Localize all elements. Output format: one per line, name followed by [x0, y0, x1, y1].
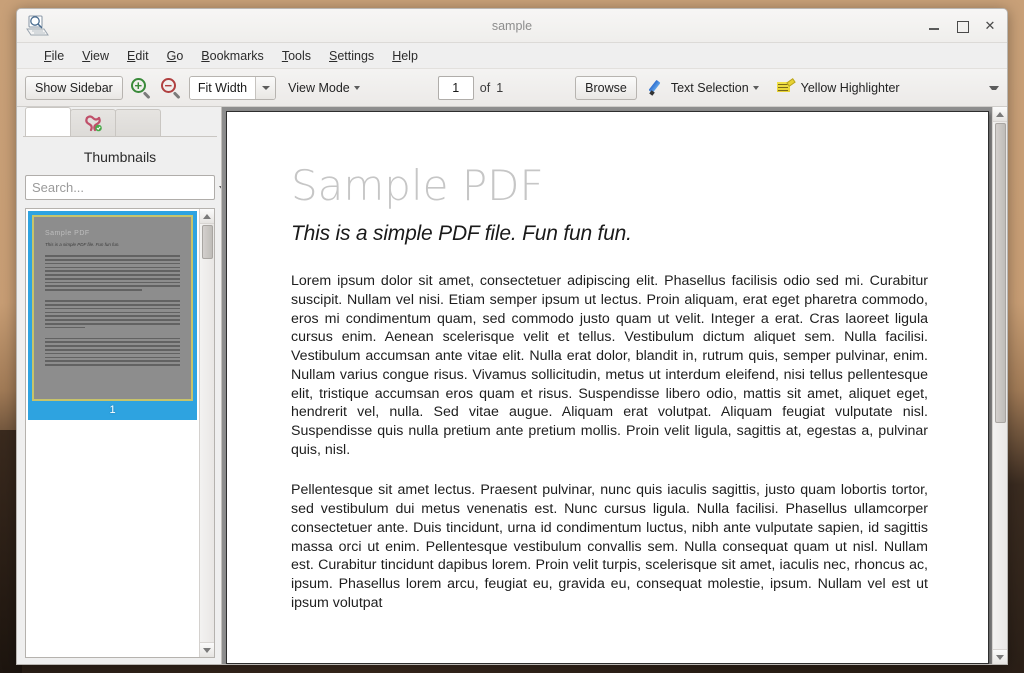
thumbnail-preview-subtitle: This is a simple PDF file. Fun fun fun. [44, 242, 120, 248]
pen-icon [648, 79, 667, 97]
pdf-paragraph-1: Lorem ipsum dolor sit amet, consectetuer… [291, 273, 928, 458]
view-mode-chevron-down-icon [353, 85, 360, 90]
menu-go[interactable]: Go [158, 46, 193, 66]
text-selection-button[interactable]: Text Selection [643, 75, 765, 101]
page-area[interactable]: Sample PDF This is a simple PDF file. Fu… [222, 107, 992, 664]
sidebar-tab-strip [23, 107, 217, 137]
page-total-label: 1 [496, 80, 504, 95]
menu-settings[interactable]: Settings [320, 46, 383, 66]
sidebar-search-row [23, 175, 225, 208]
menu-edit[interactable]: Edit [118, 46, 158, 66]
close-button[interactable]: ✕ [983, 18, 997, 33]
thumbnail-item-1[interactable]: Sample PDF This is a simple PDF file. Fu… [28, 211, 197, 420]
sidebar-tab-bookmarks[interactable] [70, 109, 116, 136]
title-bar: sample ✕ [17, 9, 1007, 43]
pdf-document-subtitle: This is a simple PDF file. Fun fun fun. [291, 222, 632, 246]
pdf-document-title: Sample PDF [291, 161, 544, 210]
view-mode-button[interactable]: View Mode [282, 77, 366, 99]
menu-help-label: elp [401, 48, 418, 63]
zoom-level-combo[interactable]: Fit Width [188, 75, 277, 100]
thumbnail-scrollbar[interactable] [199, 209, 214, 657]
highlighter-icon [776, 77, 797, 97]
menu-settings-label: ettings [337, 48, 375, 63]
search-input[interactable] [25, 175, 215, 200]
browse-button[interactable]: Browse [575, 75, 637, 100]
menu-bookmarks[interactable]: Bookmarks [192, 46, 273, 66]
menu-edit-label: dit [135, 48, 149, 63]
zoom-level-value: Fit Width [189, 76, 256, 99]
toolbar-overflow-chevron-down-icon[interactable] [989, 85, 999, 90]
maximize-button[interactable] [955, 19, 969, 33]
text-selection-chevron-down-icon[interactable] [752, 85, 759, 90]
highlighter-button[interactable]: Yellow Highlighter [771, 75, 906, 101]
menu-bookmarks-label: ookmarks [209, 48, 264, 63]
thumbnail-preview-title: Sample PDF [44, 229, 90, 237]
thumbnail-scroll-area: Sample PDF This is a simple PDF file. Fu… [26, 209, 199, 657]
show-sidebar-button[interactable]: Show Sidebar [25, 75, 123, 100]
sidebar-panel: Thumbnails Sample PDF This is a simple P… [17, 107, 225, 664]
document-scroll-down-icon[interactable] [992, 649, 1007, 664]
sidebar-panel-title: Thumbnails [83, 149, 157, 165]
menu-file[interactable]: File [35, 46, 73, 66]
thumbnail-scroll-down-icon[interactable] [199, 642, 214, 657]
zoom-out-icon[interactable]: − [159, 76, 183, 100]
thumbnail-list: Sample PDF This is a simple PDF file. Fu… [25, 208, 215, 658]
pdf-paragraph-2: Pellentesque sit amet lectus. Praesent p… [291, 482, 928, 611]
thumbnail-preview-body [44, 255, 181, 366]
bookmark-icon [83, 114, 103, 132]
okular-window: sample ✕ File View Edit Go Bookmarks Too… [16, 8, 1008, 665]
sidebar-tab-extra[interactable] [115, 109, 161, 136]
pdf-page-1: Sample PDF This is a simple PDF file. Fu… [226, 111, 989, 664]
text-selection-label: Text Selection [670, 80, 749, 95]
menu-tools[interactable]: Tools [273, 46, 320, 66]
window-controls: ✕ [927, 18, 997, 33]
window-title: sample [491, 18, 533, 33]
page-of-label: of [479, 80, 491, 95]
document-scroll-up-icon[interactable] [992, 107, 1007, 122]
menu-view[interactable]: View [73, 46, 118, 66]
main-content: Thumbnails Sample PDF This is a simple P… [17, 107, 1007, 664]
thumbnail-page-number: 1 [109, 404, 116, 416]
menu-go-label: o [176, 48, 184, 63]
document-viewer: Sample PDF This is a simple PDF file. Fu… [221, 107, 1007, 664]
thumbnail-preview: Sample PDF This is a simple PDF file. Fu… [32, 215, 193, 401]
menu-tools-label: ools [288, 48, 311, 63]
zoom-in-icon[interactable]: + [129, 76, 153, 100]
thumbnail-scrollbar-handle[interactable] [201, 225, 213, 259]
view-mode-label: View Mode [288, 80, 350, 95]
menu-view-label: iew [90, 48, 110, 63]
zoom-level-chevron-down-icon[interactable] [255, 76, 276, 99]
menu-file-label: ile [51, 48, 65, 63]
page-number-input[interactable] [437, 75, 474, 100]
sidebar-tab-thumbnails[interactable] [25, 107, 71, 136]
main-toolbar: Show Sidebar + − Fit Width View Mode of … [17, 69, 1007, 107]
highlighter-label: Yellow Highlighter [800, 80, 900, 95]
thumbnail-scroll-up-icon[interactable] [199, 209, 214, 224]
menu-help[interactable]: Help [383, 46, 427, 66]
minimize-button[interactable] [927, 19, 941, 33]
document-scrollbar[interactable] [992, 107, 1007, 664]
document-scrollbar-handle[interactable] [994, 123, 1006, 423]
menu-bar: File View Edit Go Bookmarks Tools Settin… [17, 43, 1007, 69]
